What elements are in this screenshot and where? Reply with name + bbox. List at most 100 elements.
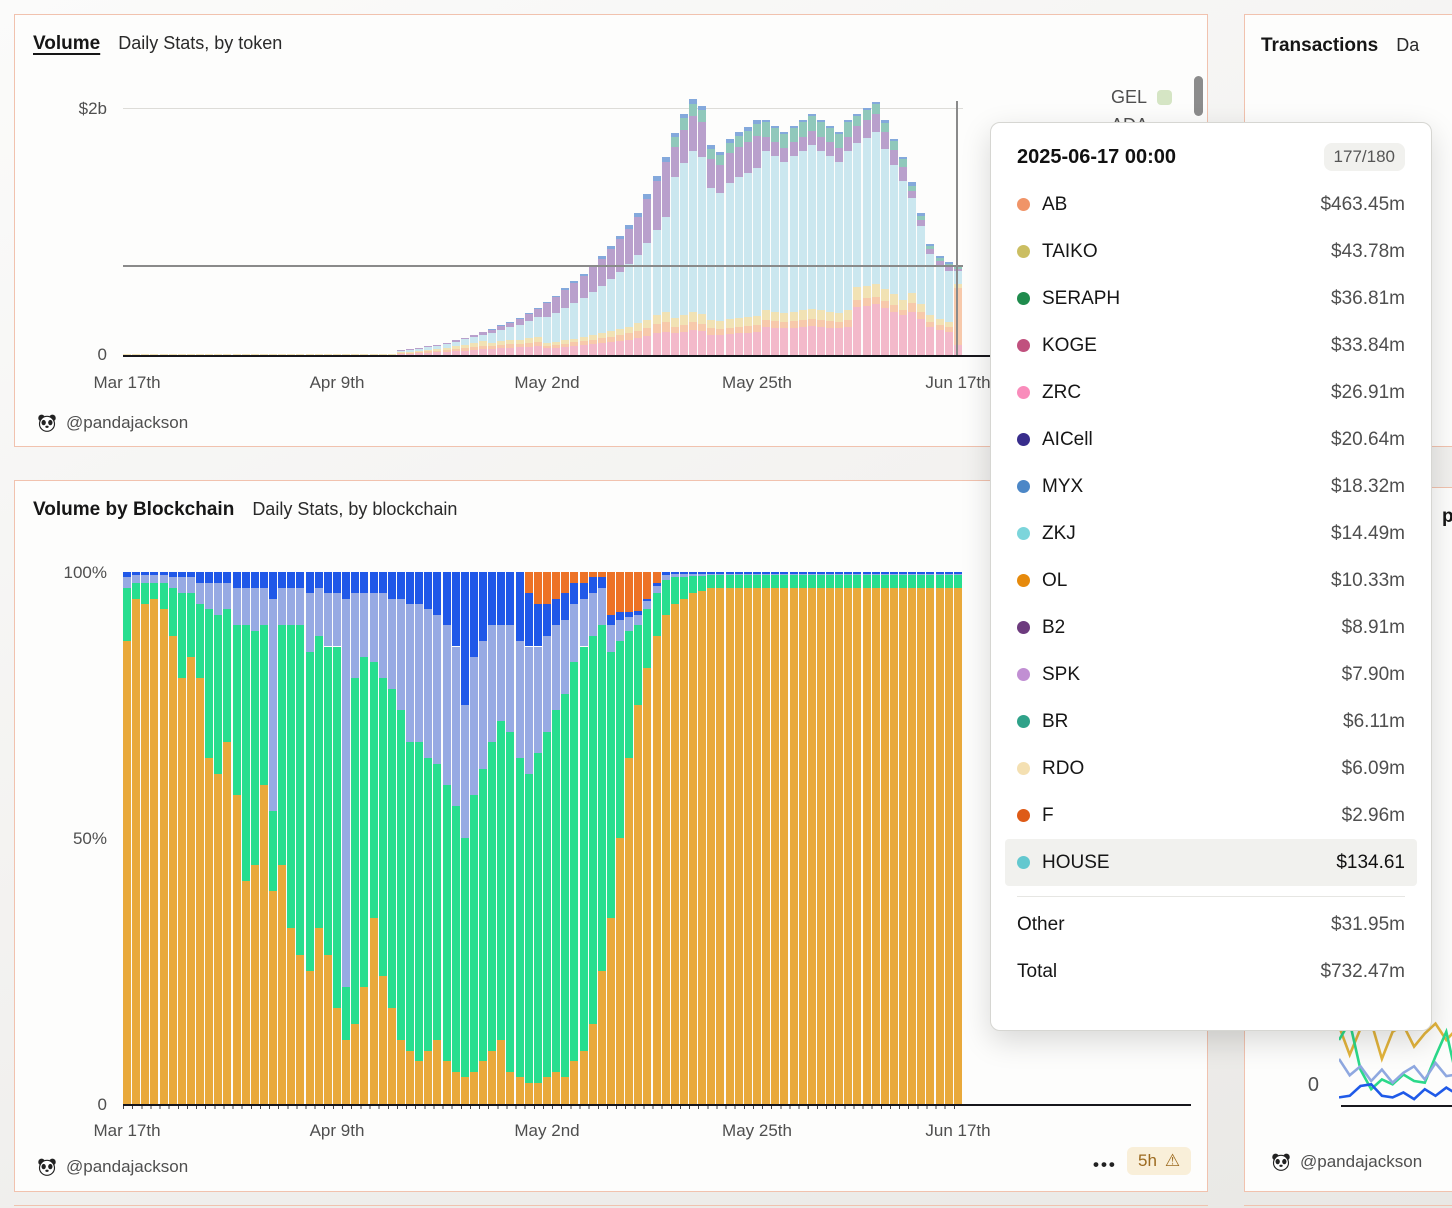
bar-segment <box>324 647 332 956</box>
attribution-handle[interactable]: @pandajackson <box>1300 1152 1422 1172</box>
bar-segment <box>917 213 925 216</box>
bar-segment <box>671 333 679 355</box>
bar-segment <box>744 572 752 574</box>
bar-segment <box>926 327 934 355</box>
bar-segment <box>853 116 861 126</box>
bar-segment <box>762 574 770 576</box>
blockchain-xtick-4: Jun 17th <box>925 1121 990 1141</box>
bar-segment <box>662 322 670 332</box>
bar-segment <box>863 588 871 1104</box>
bar-segment <box>516 319 524 325</box>
more-menu-button[interactable]: ••• <box>1093 1155 1117 1175</box>
bar-segment <box>881 574 889 576</box>
bar-segment <box>698 576 706 591</box>
bar-segment <box>662 312 670 322</box>
bar-segment <box>589 636 597 1024</box>
bar-segment <box>744 333 752 355</box>
panel-transactions-title[interactable]: Transactions <box>1261 35 1378 57</box>
bar-segment <box>853 126 861 143</box>
bar-segment <box>132 599 140 1104</box>
bar-segment <box>616 612 624 620</box>
bar-segment <box>433 764 441 1041</box>
volume-chart-plot[interactable] <box>123 108 963 355</box>
bar-segment <box>698 110 706 122</box>
bar-segment <box>744 588 752 1104</box>
legend-scrollbar[interactable] <box>1194 76 1203 116</box>
bar-segment <box>415 604 423 742</box>
bar-segment <box>552 345 560 348</box>
bar-segment <box>443 350 451 352</box>
bar-segment <box>744 317 752 326</box>
blockchain-xtick-3: May 25th <box>722 1121 792 1141</box>
bar-segment <box>561 344 569 347</box>
bar-segment <box>799 122 807 137</box>
bar-segment <box>397 710 405 1040</box>
bar-segment <box>643 599 651 602</box>
bar-segment <box>296 955 304 1104</box>
bar-segment <box>780 148 788 161</box>
bar-segment <box>452 349 460 351</box>
bar-segment <box>625 229 633 265</box>
bar-segment <box>826 321 834 328</box>
bar-segment <box>242 881 250 1104</box>
bar-segment <box>543 572 551 604</box>
bar-segment <box>716 335 724 355</box>
bar-segment <box>461 572 469 705</box>
bar-segment <box>881 289 889 301</box>
bar-segment <box>616 620 624 641</box>
bar-segment <box>753 316 761 325</box>
bar-segment <box>196 583 204 604</box>
bar-segment <box>835 588 843 1104</box>
bar-segment <box>169 572 177 577</box>
bar-segment <box>424 347 432 350</box>
bar-segment <box>123 588 131 641</box>
bar-segment <box>744 131 752 142</box>
bar-segment <box>397 599 405 711</box>
staleness-badge[interactable]: 5h ⚠ <box>1127 1147 1191 1175</box>
bar-segment <box>470 335 478 337</box>
bar-segment <box>479 335 487 342</box>
bar-segment <box>899 159 907 167</box>
bar-segment <box>908 303 916 312</box>
attribution-handle[interactable]: @pandajackson <box>66 1157 188 1177</box>
bar-segment <box>790 575 798 588</box>
bar-segment <box>872 304 880 355</box>
bar-segment <box>634 572 642 611</box>
sparkline-y-zero-label: 0 <box>1293 1074 1319 1097</box>
bar-segment <box>461 1077 469 1104</box>
bar-segment <box>716 575 724 588</box>
bar-segment <box>735 327 743 334</box>
bar-segment <box>753 168 761 316</box>
bar-segment <box>853 588 861 1104</box>
bar-segment <box>461 348 469 351</box>
panel-blockchain-title[interactable]: Volume by Blockchain <box>33 499 234 521</box>
bar-segment <box>278 865 286 1104</box>
tooltip-row-label: ZRC <box>1042 382 1319 404</box>
blockchain-chart-plot[interactable] <box>123 572 963 1104</box>
bar-segment <box>735 574 743 576</box>
series-dot <box>1017 809 1030 822</box>
bar-segment <box>653 636 661 1104</box>
attribution-handle[interactable]: @pandajackson <box>66 413 188 433</box>
bar-segment <box>808 319 816 326</box>
bar-segment <box>817 572 825 574</box>
bar-segment <box>625 225 633 228</box>
bar-segment <box>178 577 186 593</box>
bar-segment <box>899 575 907 588</box>
bar-segment <box>799 137 807 151</box>
bar-segment <box>342 1040 350 1104</box>
legend-item-gel[interactable]: GEL <box>1111 87 1172 108</box>
bar-segment <box>424 758 432 1051</box>
bar-segment <box>443 785 451 1062</box>
bar-segment <box>762 320 770 327</box>
bar-segment <box>899 315 907 355</box>
tooltip-row-label: Total <box>1017 961 1308 983</box>
tooltip-row-seraph: SERAPH$36.81m <box>1017 275 1405 322</box>
panel-volume-title-link[interactable]: Volume <box>33 33 100 55</box>
bar-segment <box>196 572 204 583</box>
tooltip-row-ab: AB$463.45m <box>1017 181 1405 228</box>
bar-segment <box>123 641 131 1104</box>
bar-segment <box>799 120 807 122</box>
bar-segment <box>872 574 880 576</box>
bar-segment <box>762 310 770 319</box>
